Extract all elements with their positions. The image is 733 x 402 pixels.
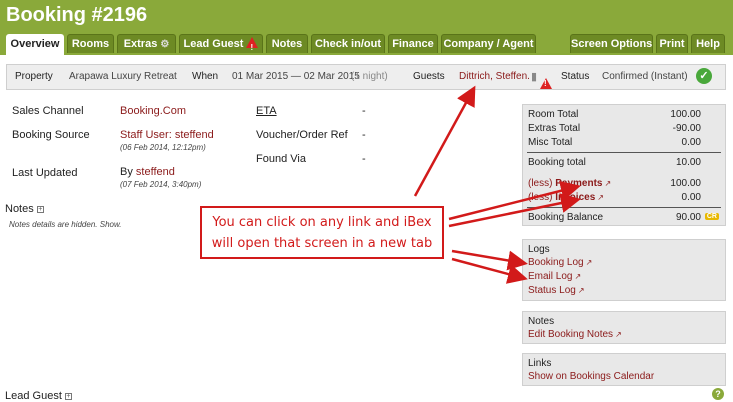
help-icon[interactable]: ?	[712, 388, 724, 400]
arrow-to-guest	[413, 85, 476, 197]
annotation-arrows	[413, 85, 581, 284]
